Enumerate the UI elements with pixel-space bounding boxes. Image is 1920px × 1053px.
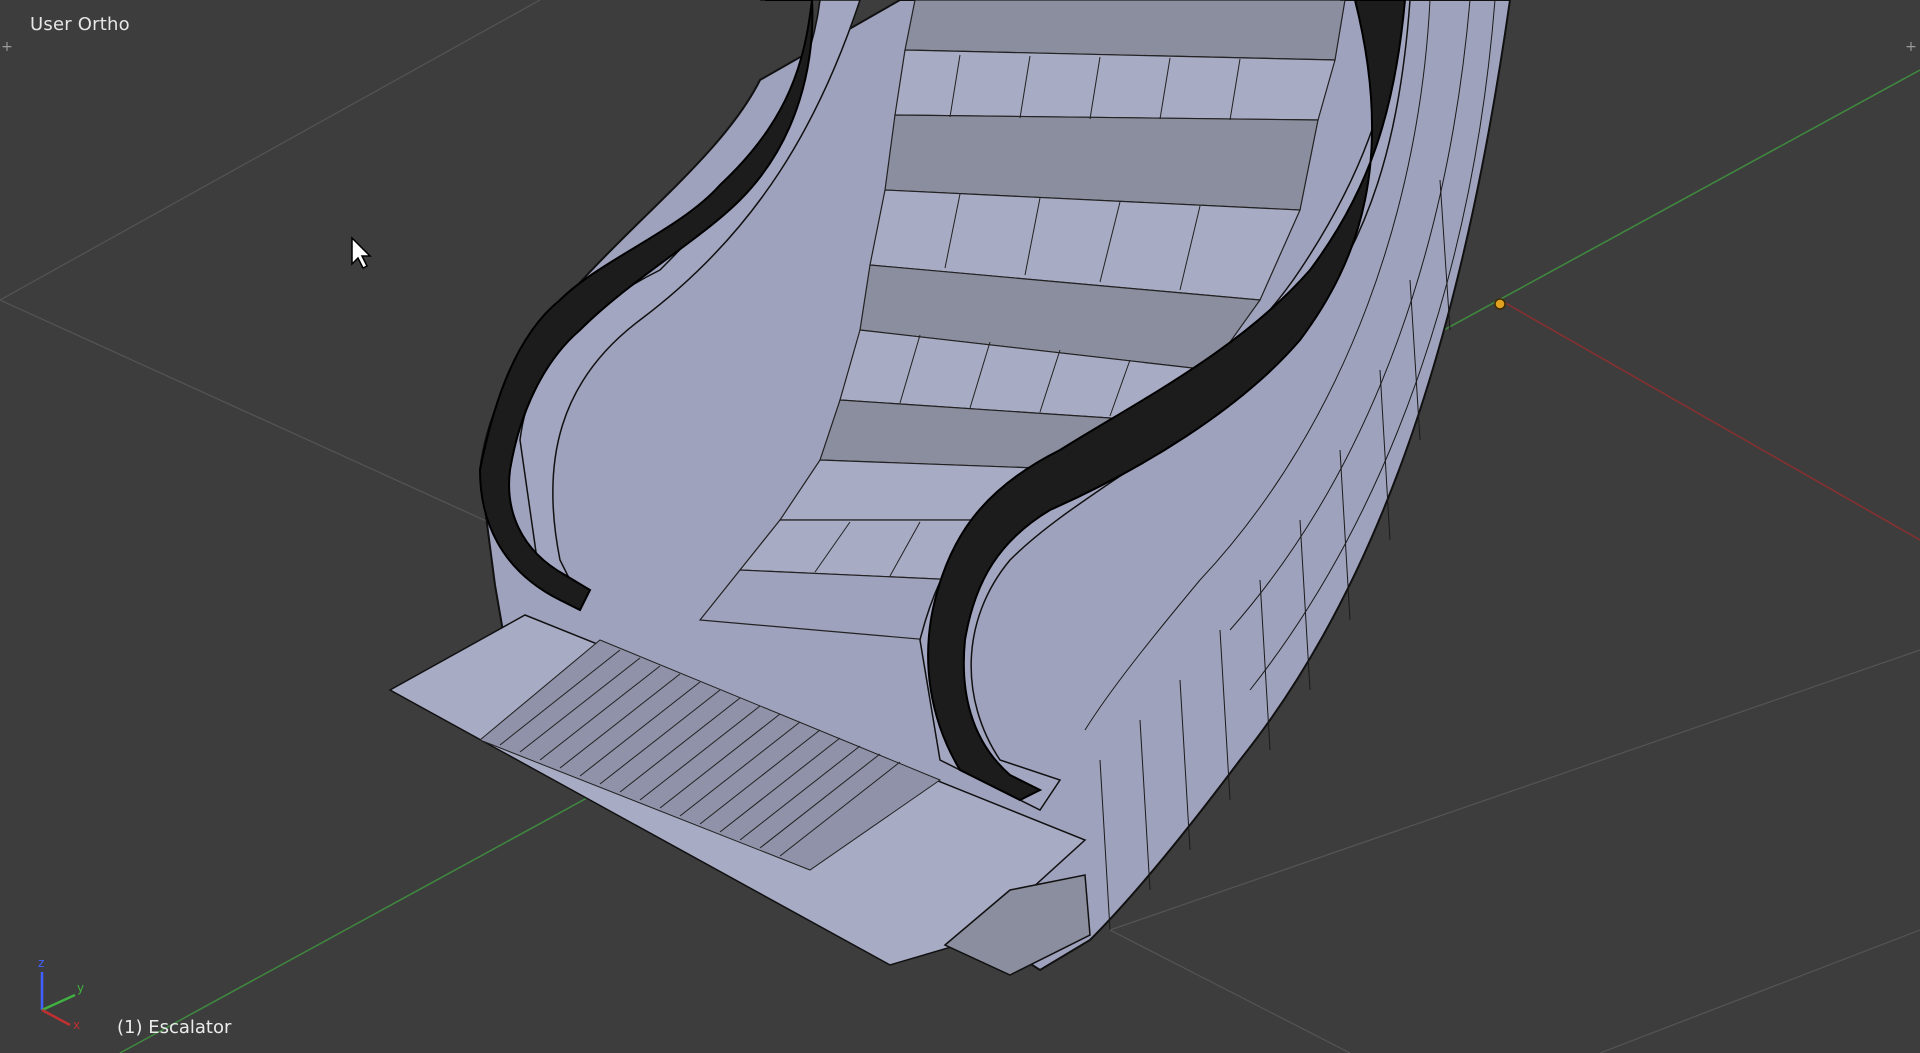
active-object-label: (1) Escalator	[117, 1017, 232, 1038]
x-axis-line	[1499, 299, 1920, 541]
axis-gizmo: z y x	[38, 956, 84, 1030]
y-axis-gizmo-line	[41, 993, 76, 1012]
x-axis-gizmo-line	[41, 1008, 71, 1027]
y-axis-gizmo-label: y	[77, 981, 84, 995]
z-axis-gizmo-label: z	[38, 956, 44, 970]
viewport-canvas[interactable]	[0, 0, 1920, 1053]
x-axis-gizmo-label: x	[73, 1018, 80, 1030]
object-origin-dot[interactable]	[1494, 298, 1506, 310]
3d-viewport[interactable]: User Ortho (1) Escalator + + z y x	[0, 0, 1920, 1053]
plus-icon[interactable]: +	[1904, 40, 1918, 54]
mouse-pointer-icon	[351, 236, 372, 270]
escalator-mesh[interactable]	[388, 0, 1512, 976]
plus-icon[interactable]: +	[0, 40, 14, 54]
view-name-label: User Ortho	[30, 14, 130, 35]
